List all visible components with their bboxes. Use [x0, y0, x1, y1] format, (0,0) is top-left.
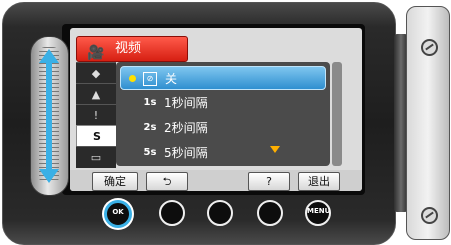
- scroll-more-icon: [270, 146, 280, 153]
- hardware-button-4[interactable]: [257, 200, 283, 226]
- arrow-down-icon[interactable]: [39, 169, 59, 183]
- exit-button[interactable]: 退出: [298, 172, 340, 191]
- list-item-label: 关: [165, 72, 178, 86]
- hardware-button-3[interactable]: [207, 200, 233, 226]
- option-list: ⊘ 关 1s 1秒间隔 2s 2秒间隔 5s 5秒间隔: [116, 62, 330, 166]
- soft-button-bar: 确定 ⮌ ? 退出: [70, 170, 362, 191]
- image-stabilizer-icon: ◆: [91, 67, 101, 80]
- 2sec-icon: 2s: [143, 122, 157, 133]
- ok-label: OK: [112, 208, 124, 216]
- list-item-label: 2秒间隔: [164, 121, 208, 135]
- time-lapse-icon: S: [93, 130, 101, 143]
- screw-icon: [421, 39, 438, 56]
- tab-scene[interactable]: ▲: [76, 83, 116, 105]
- back-button[interactable]: ⮌: [146, 172, 188, 191]
- tab-monitor[interactable]: ▭: [76, 146, 116, 168]
- list-item-off[interactable]: ⊘ 关: [120, 66, 326, 90]
- side-tab-column: ◆ ▲ ! S ▭: [76, 62, 118, 170]
- screw-icon: [421, 207, 438, 224]
- arrow-up-icon[interactable]: [39, 49, 59, 63]
- tab-time-lapse[interactable]: S: [76, 125, 118, 148]
- menu-button[interactable]: MENU: [305, 200, 331, 226]
- list-item-2sec[interactable]: 2s 2秒间隔: [120, 116, 326, 140]
- list-item-1sec[interactable]: 1s 1秒间隔: [120, 91, 326, 115]
- list-item-label: 1秒间隔: [164, 96, 208, 110]
- menu-header-title: 视频: [115, 41, 142, 56]
- tab-image-stabilizer[interactable]: ◆: [76, 62, 116, 84]
- slider-track: [46, 55, 52, 175]
- touch-slider[interactable]: [30, 36, 69, 196]
- 5sec-icon: 5s: [143, 147, 157, 158]
- selected-dot-icon: [129, 75, 136, 82]
- confirm-button[interactable]: 确定: [92, 172, 138, 191]
- scrollbar[interactable]: [332, 62, 342, 166]
- off-icon: ⊘: [143, 72, 157, 86]
- help-button[interactable]: ?: [248, 172, 290, 191]
- exposure-icon: !: [93, 109, 99, 122]
- monitor-icon: ▭: [90, 151, 102, 164]
- list-item-label: 5秒间隔: [164, 146, 208, 160]
- list-item-5sec[interactable]: 5s 5秒间隔: [120, 141, 326, 165]
- menu-header-video[interactable]: 🎥 视频: [76, 36, 188, 62]
- 1sec-icon: 1s: [143, 97, 157, 108]
- ok-button[interactable]: OK: [104, 200, 132, 228]
- side-panel: [406, 6, 450, 240]
- tab-exposure[interactable]: !: [76, 104, 116, 126]
- hardware-button-2[interactable]: [159, 200, 185, 226]
- lcd-screen: 🎥 视频 ◆ ▲ ! S ▭ ⊘ 关 1s 1秒间隔 2s 2秒间隔 5s 5秒…: [70, 28, 362, 191]
- menu-label: MENU: [307, 207, 331, 215]
- scene-mountain-icon: ▲: [91, 88, 101, 101]
